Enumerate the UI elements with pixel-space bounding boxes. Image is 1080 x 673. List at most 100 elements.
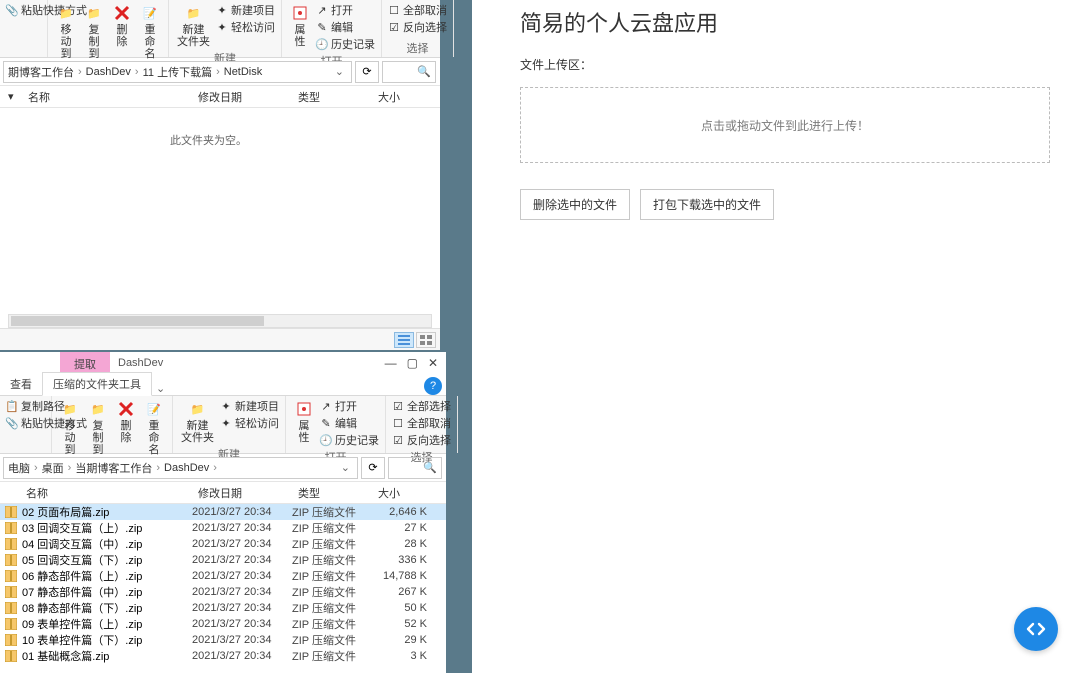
file-row[interactable]: 08 静态部件篇（下）.zip2021/3/27 20:34ZIP 压缩文件50… bbox=[0, 600, 446, 616]
crumb-seg[interactable]: DashDev bbox=[86, 66, 131, 78]
crumb-seg[interactable]: 电脑 bbox=[8, 460, 30, 476]
file-row[interactable]: 02 页面布局篇.zip2021/3/27 20:34ZIP 压缩文件2,646… bbox=[0, 504, 446, 520]
open-item[interactable]: ↗打开 bbox=[320, 398, 379, 414]
history-icon: 🕘 bbox=[316, 38, 328, 50]
edit-item[interactable]: ✎编辑 bbox=[320, 415, 379, 431]
delete-button[interactable]: 删除 bbox=[114, 398, 138, 445]
history-item[interactable]: 🕘历史记录 bbox=[320, 432, 379, 448]
contextual-tab-extract[interactable]: 提取 bbox=[60, 352, 110, 374]
copy-path[interactable]: 📋复制路径 bbox=[6, 398, 45, 414]
open-item[interactable]: ↗打开 bbox=[316, 2, 375, 18]
file-row[interactable]: 07 静态部件篇（中）.zip2021/3/27 20:34ZIP 压缩文件26… bbox=[0, 584, 446, 600]
file-name[interactable]: 09 表单控件篇（上）.zip bbox=[22, 616, 192, 632]
new-item[interactable]: ✦新建项目 bbox=[216, 2, 275, 18]
chevron-down-icon[interactable]: ⌄ bbox=[332, 65, 347, 78]
col-type[interactable]: 类型 bbox=[290, 89, 370, 105]
file-size: 52 K bbox=[372, 618, 427, 630]
upload-dropzone[interactable]: 点击或拖动文件到此进行上传！ bbox=[520, 87, 1050, 163]
file-row[interactable]: 05 回调交互篇（下）.zip2021/3/27 20:34ZIP 压缩文件33… bbox=[0, 552, 446, 568]
paste-shortcut[interactable]: 📎粘贴快捷方式 bbox=[6, 2, 41, 18]
file-name[interactable]: 04 回调交互篇（中）.zip bbox=[22, 536, 192, 552]
easy-access[interactable]: ✦轻松访问 bbox=[216, 19, 275, 35]
horizontal-scrollbar[interactable] bbox=[8, 314, 432, 328]
new-folder-button[interactable]: 📁新建 文件夹 bbox=[179, 398, 216, 445]
col-name[interactable]: 名称 bbox=[20, 89, 190, 105]
crumb-seg[interactable]: 11 上传下载篇 bbox=[143, 64, 212, 80]
crumb-seg[interactable]: 当期博客工作台 bbox=[75, 460, 152, 476]
new-folder-button[interactable]: 📁新建 文件夹 bbox=[175, 2, 212, 49]
refresh-button[interactable]: ⟳ bbox=[361, 457, 385, 479]
close-button[interactable]: ✕ bbox=[428, 356, 438, 370]
delete-selected-button[interactable]: 删除选中的文件 bbox=[520, 189, 630, 220]
crumb-seg[interactable]: 期博客工作台 bbox=[8, 64, 74, 80]
file-name[interactable]: 03 回调交互篇（上）.zip bbox=[22, 520, 192, 536]
col-type[interactable]: 类型 bbox=[290, 485, 370, 501]
history-item[interactable]: 🕘历史记录 bbox=[316, 36, 375, 52]
col-date[interactable]: 修改日期 bbox=[190, 89, 290, 105]
properties-button[interactable]: 属性 bbox=[292, 398, 316, 445]
code-fab-button[interactable] bbox=[1014, 607, 1058, 651]
chevron-down-icon[interactable]: ⌄ bbox=[338, 461, 353, 474]
move-to-button[interactable]: 📁移动到 bbox=[58, 398, 82, 457]
rename-button[interactable]: 📝重命名 bbox=[142, 398, 166, 457]
select-all[interactable]: ☑全部选择 bbox=[392, 398, 451, 414]
tab-compressed-tools[interactable]: 压缩的文件夹工具 bbox=[42, 372, 152, 396]
deselect-all[interactable]: ☐全部取消 bbox=[388, 2, 447, 18]
rename-button[interactable]: 📝重命名 bbox=[138, 2, 162, 61]
copy-to-button[interactable]: 📁复制到 bbox=[82, 2, 106, 61]
move-to-button[interactable]: 📁移动到 bbox=[54, 2, 78, 61]
file-name[interactable]: 07 静态部件篇（中）.zip bbox=[22, 584, 192, 600]
col-size[interactable]: 大小 bbox=[370, 89, 420, 105]
edit-item[interactable]: ✎编辑 bbox=[316, 19, 375, 35]
deselect-all[interactable]: ☐全部取消 bbox=[392, 415, 451, 431]
file-date: 2021/3/27 20:34 bbox=[192, 650, 292, 662]
scrollbar-thumb[interactable] bbox=[11, 316, 264, 326]
search-input[interactable]: 🔍 bbox=[388, 457, 442, 479]
easy-access[interactable]: ✦轻松访问 bbox=[220, 415, 279, 431]
invert-selection[interactable]: ☑反向选择 bbox=[388, 19, 447, 35]
delete-button[interactable]: 删除 bbox=[110, 2, 134, 49]
col-size[interactable]: 大小 bbox=[370, 485, 422, 501]
breadcrumb[interactable]: 期博客工作台› DashDev› 11 上传下载篇› NetDisk ⌄ bbox=[3, 61, 352, 83]
file-name[interactable]: 01 基础概念篇.zip bbox=[22, 648, 192, 664]
view-thumbnails-button[interactable] bbox=[416, 332, 436, 348]
file-name[interactable]: 10 表单控件篇（下）.zip bbox=[22, 632, 192, 648]
file-row[interactable]: 04 回调交互篇（中）.zip2021/3/27 20:34ZIP 压缩文件28… bbox=[0, 536, 446, 552]
help-button[interactable]: ? bbox=[424, 377, 442, 395]
file-date: 2021/3/27 20:34 bbox=[192, 586, 292, 598]
download-selected-button[interactable]: 打包下载选中的文件 bbox=[640, 189, 774, 220]
invert-selection[interactable]: ☑反向选择 bbox=[392, 432, 451, 448]
file-row[interactable]: 10 表单控件篇（下）.zip2021/3/27 20:34ZIP 压缩文件29… bbox=[0, 632, 446, 648]
tab-view[interactable]: 查看 bbox=[0, 373, 42, 395]
file-name[interactable]: 08 静态部件篇（下）.zip bbox=[22, 600, 192, 616]
properties-button[interactable]: 属性 bbox=[288, 2, 312, 49]
col-date[interactable]: 修改日期 bbox=[190, 485, 290, 501]
shortcut-icon: 📎 bbox=[6, 4, 18, 16]
window-title: DashDev bbox=[110, 357, 385, 369]
paste-shortcut[interactable]: 📎粘贴快捷方式 bbox=[6, 415, 45, 431]
sort-indicator[interactable]: ▾ bbox=[0, 90, 20, 103]
file-row[interactable]: 01 基础概念篇.zip2021/3/27 20:34ZIP 压缩文件3 K bbox=[0, 648, 446, 664]
copy-to-button[interactable]: 📁复制到 bbox=[86, 398, 110, 457]
crumb-seg[interactable]: NetDisk bbox=[224, 66, 263, 78]
maximize-button[interactable]: ▢ bbox=[407, 356, 418, 370]
zip-file-icon bbox=[4, 585, 18, 599]
zip-file-icon bbox=[4, 649, 18, 663]
search-input[interactable]: 🔍 bbox=[382, 61, 436, 83]
file-row[interactable]: 09 表单控件篇（上）.zip2021/3/27 20:34ZIP 压缩文件52… bbox=[0, 616, 446, 632]
view-details-button[interactable] bbox=[394, 332, 414, 348]
breadcrumb[interactable]: 电脑› 桌面› 当期博客工作台› DashDev› ⌄ bbox=[3, 457, 358, 479]
file-row[interactable]: 03 回调交互篇（上）.zip2021/3/27 20:34ZIP 压缩文件27… bbox=[0, 520, 446, 536]
history-icon: 🕘 bbox=[320, 434, 332, 446]
crumb-seg[interactable]: DashDev bbox=[164, 462, 209, 474]
refresh-button[interactable]: ⟳ bbox=[355, 61, 379, 83]
file-name[interactable]: 02 页面布局篇.zip bbox=[22, 504, 192, 520]
file-row[interactable]: 06 静态部件篇（上）.zip2021/3/27 20:34ZIP 压缩文件14… bbox=[0, 568, 446, 584]
crumb-seg[interactable]: 桌面 bbox=[42, 460, 64, 476]
collapse-ribbon-button[interactable]: ⌄ bbox=[152, 382, 169, 395]
file-name[interactable]: 05 回调交互篇（下）.zip bbox=[22, 552, 192, 568]
col-name[interactable]: 名称 bbox=[18, 485, 190, 501]
file-name[interactable]: 06 静态部件篇（上）.zip bbox=[22, 568, 192, 584]
new-item[interactable]: ✦新建项目 bbox=[220, 398, 279, 414]
minimize-button[interactable]: — bbox=[385, 356, 397, 370]
